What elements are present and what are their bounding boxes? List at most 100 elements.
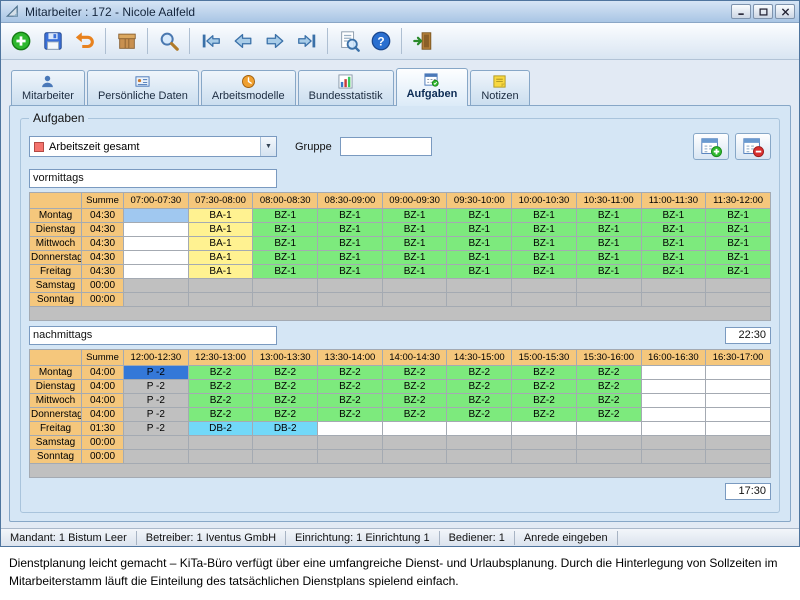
tab-arbeitsmodelle[interactable]: Arbeitsmodelle <box>201 70 296 105</box>
add-schedule-button[interactable] <box>693 133 729 160</box>
slot-cell[interactable]: P -2 <box>124 365 189 379</box>
slot-cell[interactable]: BA-1 <box>188 250 253 264</box>
slot-cell[interactable] <box>318 449 383 463</box>
slot-cell[interactable]: BZ-1 <box>576 208 641 222</box>
slot-cell[interactable]: BZ-1 <box>253 264 318 278</box>
slot-cell[interactable]: BZ-1 <box>382 236 447 250</box>
slot-cell[interactable]: DB-2 <box>253 421 318 435</box>
exit-button[interactable] <box>407 26 438 56</box>
slot-cell[interactable]: BZ-1 <box>318 250 383 264</box>
slot-cell[interactable] <box>124 435 189 449</box>
slot-cell[interactable]: BZ-1 <box>512 222 577 236</box>
slot-cell[interactable] <box>706 393 771 407</box>
slot-cell[interactable]: BZ-1 <box>447 236 512 250</box>
new-button[interactable] <box>5 26 36 56</box>
tab-bundesstatistik[interactable]: Bundesstatistik <box>298 70 394 105</box>
slot-cell[interactable]: BZ-2 <box>382 379 447 393</box>
slot-cell[interactable]: BZ-2 <box>188 393 253 407</box>
slot-cell[interactable]: BZ-1 <box>641 222 706 236</box>
slot-cell[interactable] <box>641 393 706 407</box>
slot-cell[interactable] <box>124 222 189 236</box>
slot-cell[interactable]: BZ-1 <box>512 250 577 264</box>
slot-cell[interactable] <box>318 421 383 435</box>
slot-cell[interactable]: BZ-1 <box>318 236 383 250</box>
slot-cell[interactable]: BZ-2 <box>188 365 253 379</box>
tab-pers-nliche-daten[interactable]: Persönliche Daten <box>87 70 199 105</box>
slot-cell[interactable]: BZ-2 <box>447 365 512 379</box>
slot-cell[interactable]: BA-1 <box>188 208 253 222</box>
slot-cell[interactable] <box>124 264 189 278</box>
slot-cell[interactable]: BZ-2 <box>576 379 641 393</box>
slot-cell[interactable] <box>188 278 253 292</box>
slot-cell[interactable]: BZ-1 <box>447 208 512 222</box>
slot-cell[interactable]: BZ-1 <box>318 222 383 236</box>
slot-cell[interactable] <box>447 435 512 449</box>
search-button[interactable] <box>153 26 184 56</box>
slot-cell[interactable] <box>124 449 189 463</box>
slot-cell[interactable] <box>512 449 577 463</box>
slot-cell[interactable] <box>382 421 447 435</box>
slot-cell[interactable] <box>253 278 318 292</box>
slot-cell[interactable] <box>382 292 447 306</box>
slot-cell[interactable]: BZ-1 <box>706 222 771 236</box>
maximize-button[interactable] <box>753 4 773 19</box>
slot-cell[interactable]: BZ-2 <box>382 393 447 407</box>
task-combo[interactable]: Arbeitszeit gesamt ▼ <box>29 136 277 157</box>
slot-cell[interactable]: BZ-2 <box>576 407 641 421</box>
slot-cell[interactable] <box>641 421 706 435</box>
slot-cell[interactable] <box>318 435 383 449</box>
slot-cell[interactable] <box>576 449 641 463</box>
slot-cell[interactable]: BZ-1 <box>641 250 706 264</box>
previous-button[interactable] <box>227 26 258 56</box>
slot-cell[interactable]: BZ-2 <box>253 393 318 407</box>
slot-cell[interactable] <box>124 250 189 264</box>
slot-cell[interactable] <box>124 292 189 306</box>
slot-cell[interactable]: BZ-1 <box>253 222 318 236</box>
slot-cell[interactable] <box>382 435 447 449</box>
minimize-button[interactable] <box>731 4 751 19</box>
slot-cell[interactable] <box>318 278 383 292</box>
slot-cell[interactable] <box>512 278 577 292</box>
slot-cell[interactable] <box>706 292 771 306</box>
slot-cell[interactable] <box>512 292 577 306</box>
slot-cell[interactable] <box>576 278 641 292</box>
save-button[interactable] <box>37 26 68 56</box>
help-button[interactable]: ? <box>365 26 396 56</box>
first-button[interactable] <box>195 26 226 56</box>
slot-cell[interactable]: BZ-1 <box>318 208 383 222</box>
slot-cell[interactable]: P -2 <box>124 421 189 435</box>
slot-cell[interactable] <box>253 435 318 449</box>
slot-cell[interactable] <box>706 278 771 292</box>
slot-cell[interactable]: BZ-1 <box>706 250 771 264</box>
tab-notizen[interactable]: Notizen <box>470 70 529 105</box>
slot-cell[interactable]: BZ-1 <box>641 236 706 250</box>
slot-cell[interactable]: BZ-1 <box>512 208 577 222</box>
tab-aufgaben[interactable]: Aufgaben <box>396 68 469 106</box>
slot-cell[interactable]: BZ-2 <box>447 393 512 407</box>
slot-cell[interactable] <box>512 421 577 435</box>
slot-cell[interactable] <box>253 449 318 463</box>
slot-cell[interactable]: BZ-1 <box>382 264 447 278</box>
slot-cell[interactable]: BZ-1 <box>512 264 577 278</box>
slot-cell[interactable]: BZ-1 <box>253 236 318 250</box>
slot-cell[interactable]: BZ-2 <box>512 379 577 393</box>
slot-cell[interactable]: DB-2 <box>188 421 253 435</box>
slot-cell[interactable]: BZ-2 <box>576 365 641 379</box>
slot-cell[interactable]: BZ-1 <box>253 208 318 222</box>
slot-cell[interactable] <box>253 292 318 306</box>
slot-cell[interactable] <box>706 421 771 435</box>
slot-cell[interactable]: BZ-2 <box>253 379 318 393</box>
slot-cell[interactable]: P -2 <box>124 407 189 421</box>
slot-cell[interactable]: BZ-1 <box>641 264 706 278</box>
slot-cell[interactable]: BZ-1 <box>706 264 771 278</box>
slot-cell[interactable] <box>641 449 706 463</box>
slot-cell[interactable]: BZ-1 <box>382 208 447 222</box>
remove-schedule-button[interactable] <box>735 133 771 160</box>
slot-cell[interactable]: BZ-2 <box>253 407 318 421</box>
slot-cell[interactable] <box>447 449 512 463</box>
afternoon-total-input[interactable] <box>725 483 771 500</box>
slot-cell[interactable]: BZ-1 <box>576 250 641 264</box>
slot-cell[interactable]: BZ-1 <box>576 264 641 278</box>
gruppe-input[interactable] <box>340 137 432 156</box>
slot-cell[interactable]: BZ-2 <box>318 407 383 421</box>
